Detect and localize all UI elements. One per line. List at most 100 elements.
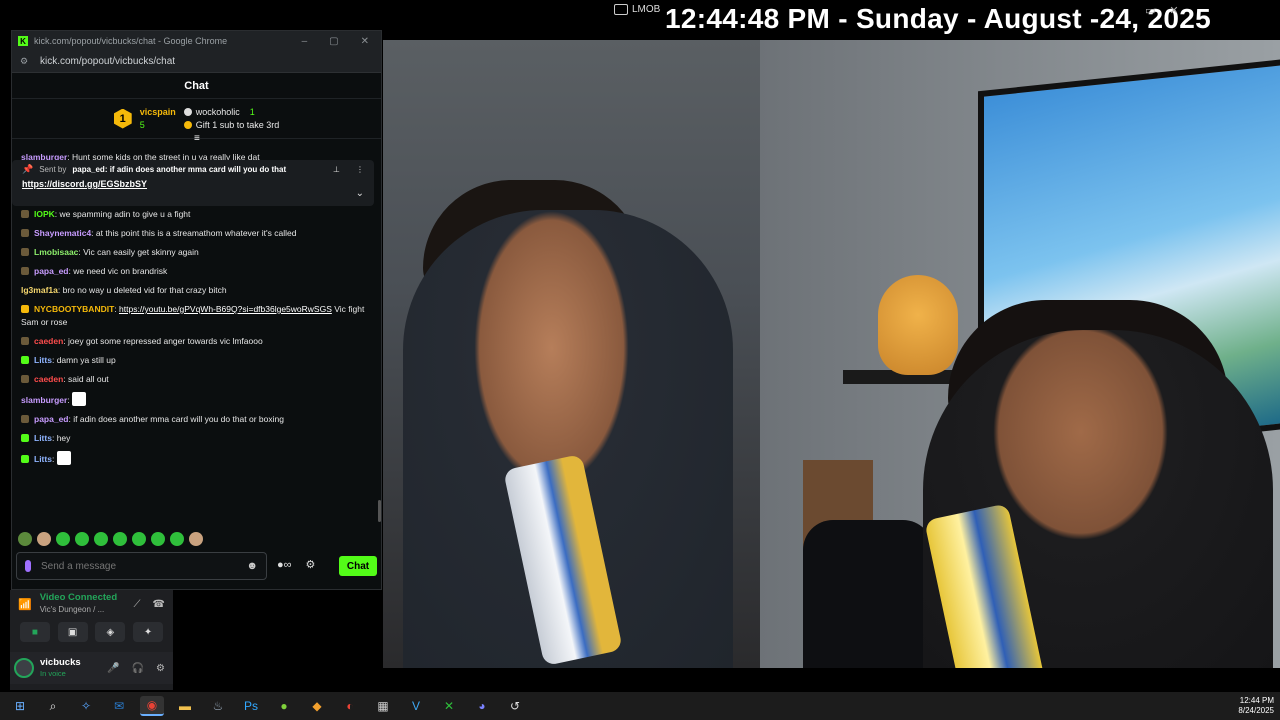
send-chat-button[interactable]: Chat — [339, 556, 377, 576]
chat-scrollbar[interactable] — [378, 500, 381, 522]
chat-username[interactable]: IOPK — [34, 209, 55, 219]
points-icon[interactable]: ●∞ — [277, 559, 292, 571]
screen-share-icon[interactable]: ▣ — [57, 622, 88, 642]
search-icon[interactable]: ⌕ — [41, 696, 65, 716]
chat-username[interactable]: Shaynematic4 — [34, 228, 91, 238]
avatar[interactable] — [14, 658, 34, 678]
user-settings-icon[interactable]: ⚙ — [156, 663, 165, 674]
chat-username[interactable]: caeden — [34, 374, 63, 384]
message-link[interactable]: https://youtu.be/gPVqWh-B69Q?si=dfb36lge… — [119, 304, 332, 314]
vegas-icon[interactable]: V — [404, 696, 428, 716]
app-icon[interactable]: ◆ — [305, 696, 329, 716]
address-bar[interactable]: ⚙ kick.com/popout/vicbucks/chat — [12, 51, 381, 73]
chat-username[interactable]: Lmobisaac — [34, 247, 78, 257]
chat-username[interactable]: slamburger — [21, 395, 67, 405]
mod-badge-icon — [21, 229, 29, 237]
chrome-icon[interactable]: ◉ — [140, 696, 164, 716]
chat-message[interactable]: caeden: said all out — [11, 370, 376, 389]
chat-message[interactable]: caeden: joey got some repressed anger to… — [11, 332, 376, 351]
url-text[interactable]: kick.com/popout/vicbucks/chat — [40, 56, 175, 67]
emote-icon[interactable] — [132, 532, 146, 546]
gift-prompt[interactable]: Gift 1 sub to take 3rd — [196, 120, 280, 130]
pinned-message[interactable]: 📌 Sent by papa_ed: if adin does another … — [12, 160, 374, 206]
disconnect-icon[interactable]: ☎ — [153, 599, 165, 610]
emote-icon[interactable] — [189, 532, 203, 546]
emote-icon[interactable] — [94, 532, 108, 546]
emote-icon[interactable] — [18, 532, 32, 546]
overlay-clock: 12:44:48 PM - Sunday - August -24, 2025 — [665, 3, 1211, 34]
second-gifter-name[interactable]: wockoholic — [196, 107, 240, 117]
soundboard-icon[interactable]: ✦ — [133, 622, 164, 642]
pinned-link[interactable]: https://discord.gg/EGSbzbSY — [22, 179, 364, 189]
xbox-icon[interactable]: ✕ — [437, 696, 461, 716]
more-options-icon[interactable]: ⋮ — [356, 165, 364, 174]
chat-message[interactable]: Shaynematic4: at this point this is a st… — [11, 224, 376, 243]
chat-username[interactable]: Litts — [34, 454, 52, 464]
settings-icon[interactable]: ⚙ — [306, 558, 316, 571]
mute-icon[interactable]: 🎤 — [107, 663, 119, 674]
site-settings-icon[interactable]: ⚙ — [20, 56, 30, 67]
voice-connection[interactable]: 📶 Video Connected Vic's Dungeon / ... ⟋ … — [10, 590, 173, 618]
mod-badge-icon — [21, 248, 29, 256]
app-icon[interactable]: ↺ — [503, 696, 527, 716]
gift-leaderboard[interactable]: 1 vicspain 5 wockoholic 1 Gift 1 sub to … — [12, 99, 381, 144]
chat-message[interactable]: IOPK: we spamming adin to give u a fight — [11, 205, 376, 224]
microphone — [803, 520, 933, 668]
chat-message[interactable]: papa_ed: we need vic on brandrisk — [11, 262, 376, 281]
window-titlebar[interactable]: K kick.com/popout/vicbucks/chat - Google… — [12, 31, 381, 51]
minimize-icon[interactable]: – — [302, 36, 308, 47]
noise-suppression-icon[interactable]: ⟋ — [134, 599, 141, 610]
emote-icon[interactable] — [56, 532, 70, 546]
message-text: hey — [56, 433, 71, 443]
signal-icon: 📶 — [18, 598, 32, 611]
voice-channel[interactable]: Vic's Dungeon / ... — [40, 604, 117, 616]
chat-message[interactable]: Litts: — [11, 448, 376, 469]
activity-icon[interactable]: ◈ — [95, 622, 126, 642]
kick-logo-icon: K — [18, 36, 28, 46]
maximize-icon[interactable]: ▢ — [329, 36, 338, 47]
emote-icon[interactable] — [37, 532, 51, 546]
deafen-icon[interactable]: 🎧 — [132, 663, 144, 674]
discord-username[interactable]: vicbucks — [40, 657, 81, 668]
chat-username[interactable]: NYCBOOTYBANDIT — [34, 304, 114, 314]
system-clock[interactable]: 12:44 PM 8/24/2025 — [1238, 696, 1280, 716]
chat-username[interactable]: papa_ed — [34, 414, 69, 424]
outlook-icon[interactable]: ✉ — [107, 696, 131, 716]
chat-username[interactable]: papa_ed — [34, 266, 69, 276]
windows-start-icon[interactable]: ⊞ — [8, 696, 32, 716]
chat-message[interactable]: NYCBOOTYBANDIT: https://youtu.be/gPVqWh-… — [11, 300, 376, 332]
gift-badge-icon — [21, 305, 29, 313]
emote-icon[interactable] — [170, 532, 184, 546]
photoshop-icon[interactable]: Ps — [239, 696, 263, 716]
chat-username[interactable]: Litts — [34, 433, 52, 443]
emoji-icon[interactable]: ☻ — [246, 560, 258, 572]
steam-icon[interactable]: ♨ — [206, 696, 230, 716]
chat-message[interactable]: papa_ed: if adin does another mma card w… — [11, 410, 376, 429]
copilot-icon[interactable]: ✧ — [74, 696, 98, 716]
chat-message[interactable]: Lmobisaac: Vic can easily get skinny aga… — [11, 243, 376, 262]
chevron-down-icon[interactable]: ⌄ — [356, 188, 364, 199]
app-icon[interactable]: ● — [272, 696, 296, 716]
file-explorer-icon[interactable]: ▬ — [173, 696, 197, 716]
chat-username[interactable]: caeden — [34, 336, 63, 346]
chat-message[interactable]: lg3maf1a: bro no way u deleted vid for t… — [11, 281, 376, 300]
chat-message[interactable]: Litts: hey — [11, 429, 376, 448]
top-gifter-name[interactable]: vicspain — [140, 106, 176, 119]
unpin-icon[interactable]: ⊥ — [333, 165, 340, 174]
chat-message[interactable]: slamburger: — [11, 389, 376, 410]
chat-input[interactable] — [41, 560, 247, 572]
emote-icon[interactable] — [113, 532, 127, 546]
chat-message[interactable]: Litts: damn ya still up — [11, 351, 376, 370]
camera-icon[interactable]: ■ — [19, 622, 50, 642]
emote-icon[interactable] — [151, 532, 165, 546]
menu-lines-icon[interactable]: ≡ — [194, 133, 200, 144]
close-icon[interactable]: ✕ — [361, 36, 369, 47]
system-date: 8/24/2025 — [1238, 706, 1274, 715]
app-icon[interactable]: ◐ — [338, 696, 362, 716]
calculator-icon[interactable]: ▦ — [371, 696, 395, 716]
chat-username[interactable]: lg3maf1a — [21, 285, 58, 295]
chat-username[interactable]: Litts — [34, 355, 52, 365]
discord-icon[interactable]: ◕ — [470, 696, 494, 716]
chat-input-box[interactable]: ☻ — [16, 552, 267, 580]
emote-icon[interactable] — [75, 532, 89, 546]
